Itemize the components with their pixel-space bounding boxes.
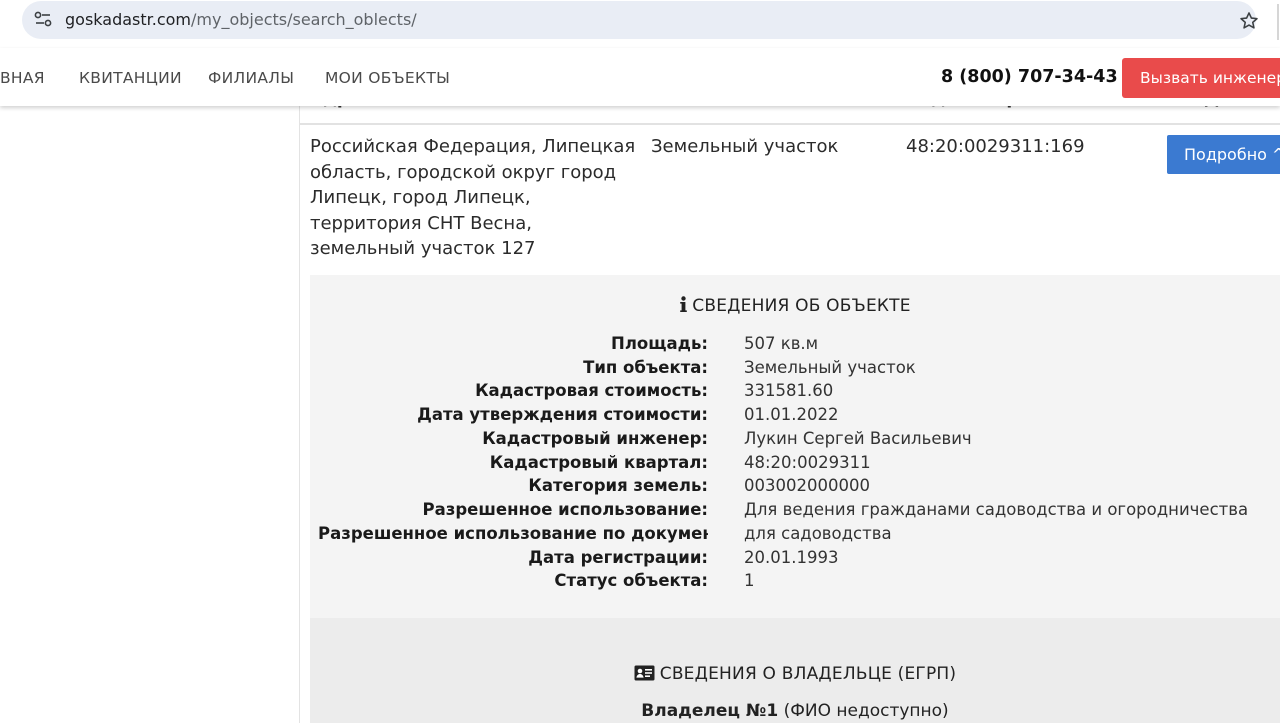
url-text[interactable]: goskadastr.com/my_objects/search_oblects…: [65, 1, 417, 39]
info-row-area: Площадь: 507 кв.м: [310, 332, 1280, 356]
object-info-panel: СВЕДЕНИЯ ОБ ОБЪЕКТЕ Площадь: 507 кв.м Ти…: [310, 275, 1280, 618]
site-info-icon[interactable]: [32, 8, 54, 30]
info-row-cadastral-value: Кадастровая стоимость: 331581.60: [310, 379, 1280, 403]
id-card-icon: [634, 665, 655, 686]
info-value: 20.01.1993: [744, 548, 839, 567]
address-bar[interactable]: goskadastr.com/my_objects/search_oblects…: [22, 1, 1258, 39]
url-host: goskadastr.com: [65, 10, 192, 29]
info-label: Дата регистрации:: [528, 548, 708, 567]
info-label: Тип объекта:: [583, 358, 708, 377]
object-info-title: СВЕДЕНИЯ ОБ ОБЪЕКТЕ: [310, 296, 1280, 318]
table-header-divider: [300, 123, 1280, 125]
info-row-land-category: Категория земель: 003002000000: [310, 474, 1280, 498]
info-value: 48:20:0029311: [744, 453, 871, 472]
info-label: Площадь:: [611, 334, 708, 353]
address-line: Липецк, город Липецк,: [310, 187, 531, 208]
owner-info-title-text: СВЕДЕНИЯ О ВЛАДЕЛЬЦЕ (ЕГРП): [659, 664, 957, 684]
info-label: Статус объекта:: [554, 571, 708, 590]
sidebar-divider: [299, 106, 300, 723]
address-line: земельный участок 127: [310, 238, 536, 259]
owner-info-panel: СВЕДЕНИЯ О ВЛАДЕЛЬЦЕ (ЕГРП) Владелец №1 …: [310, 618, 1280, 723]
info-label: Кадастровая стоимость:: [475, 381, 708, 400]
info-value: 1: [744, 571, 755, 590]
call-engineer-button[interactable]: Вызвать инженера: [1122, 58, 1280, 98]
address-line: территория СНТ Весна,: [310, 212, 532, 234]
owner-info-title: СВЕДЕНИЯ О ВЛАДЕЛЬЦЕ (ЕГРП): [310, 664, 1280, 686]
phone-number[interactable]: 8 (800) 707-34-43: [941, 48, 1118, 106]
cadastral-number-cell: 48:20:0029311:169: [906, 136, 1085, 157]
info-value: Лукин Сергей Васильевич: [744, 429, 972, 448]
info-icon: [679, 296, 688, 318]
star-icon[interactable]: [1238, 10, 1260, 32]
info-row-permitted-use-doc: Разрешенное использование по докумен... …: [310, 522, 1280, 546]
info-row-quarter: Кадастровый квартал: 48:20:0029311: [310, 451, 1280, 475]
owner-line: Владелец №1 (ФИО недоступно): [310, 701, 1280, 721]
info-label: Дата утверждения стоимости:: [417, 405, 708, 424]
info-row-registration-date: Дата регистрации: 20.01.1993: [310, 546, 1280, 570]
owner-label: Владелец №1: [641, 701, 779, 721]
address-cell: Российская Федерация, Липецкая область, …: [310, 134, 635, 262]
info-value: 003002000000: [744, 476, 870, 495]
info-label: Кадастровый инженер:: [482, 429, 708, 448]
info-value: Земельный участок: [744, 358, 916, 377]
info-row-value-date: Дата утверждения стоимости: 01.01.2022: [310, 403, 1280, 427]
nav-receipts[interactable]: КВИТАНЦИИ: [79, 48, 182, 108]
info-value: 01.01.2022: [744, 405, 839, 424]
info-label: Категория земель:: [528, 476, 708, 495]
info-value: для садоводства: [744, 524, 892, 543]
info-value: Для ведения гражданами садоводства и ого…: [744, 500, 1249, 519]
browser-toolbar: goskadastr.com/my_objects/search_oblects…: [0, 0, 1280, 44]
address-line: Российская Федерация, Липецкая: [310, 136, 636, 157]
nav-branches[interactable]: ФИЛИАЛЫ: [208, 48, 294, 108]
info-row-permitted-use: Разрешенное использование: Для ведения г…: [310, 498, 1280, 522]
type-cell: Земельный участок: [651, 136, 839, 157]
info-value: 507 кв.м: [744, 334, 819, 353]
nav-home[interactable]: ВНАЯ: [0, 48, 45, 108]
info-label: Разрешенное использование по докумен...: [318, 524, 708, 543]
menu-icon[interactable]: [1273, 4, 1280, 40]
info-row-status: Статус объекта: 1: [310, 569, 1280, 593]
details-button[interactable]: Подробно ^: [1167, 135, 1280, 174]
info-row-object-type: Тип объекта: Земельный участок: [310, 356, 1280, 380]
info-label: Разрешенное использование:: [422, 500, 708, 519]
address-line: область, городской округ город: [310, 161, 617, 183]
info-value: 331581.60: [744, 381, 834, 400]
info-label: Кадастровый квартал:: [489, 453, 708, 472]
site-header: ВНАЯ КВИТАНЦИИ ФИЛИАЛЫ МОИ ОБЪЕКТЫ 8 (80…: [0, 48, 1280, 106]
nav-my-objects[interactable]: МОИ ОБЪЕКТЫ: [325, 48, 450, 108]
object-info-title-text: СВЕДЕНИЯ ОБ ОБЪЕКТЕ: [692, 296, 911, 316]
url-path: /my_objects/search_oblects/: [191, 10, 417, 29]
info-row-engineer: Кадастровый инженер: Лукин Сергей Василь…: [310, 427, 1280, 451]
owner-value: (ФИО недоступно): [783, 701, 949, 721]
